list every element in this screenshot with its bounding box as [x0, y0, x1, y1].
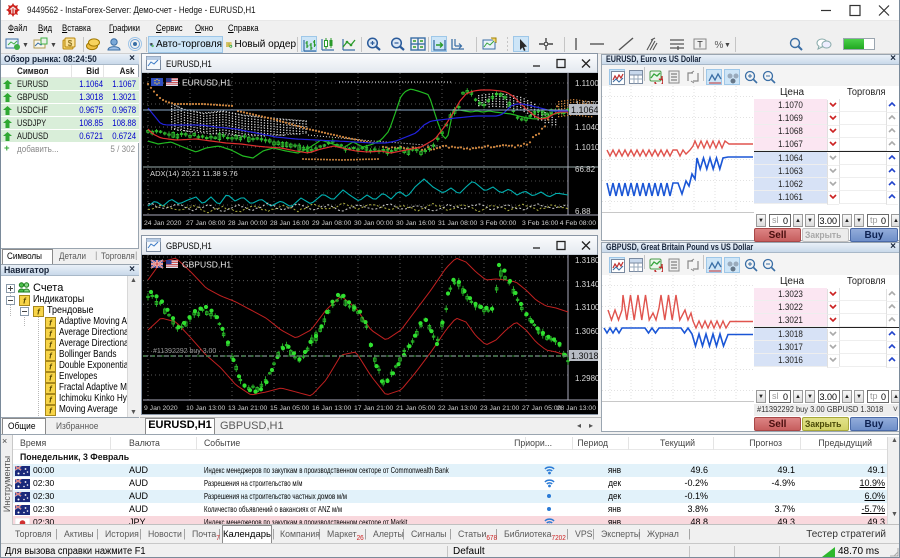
- svg-text:13 Jan 21:00: 13 Jan 21:00: [228, 405, 268, 412]
- svg-text:28 Jan 16:00: 28 Jan 16:00: [270, 220, 310, 227]
- svg-text:1.1100: 1.1100: [575, 79, 598, 88]
- svg-text:23 Jan 21:00: 23 Jan 21:00: [480, 405, 520, 412]
- svg-text:1.1040: 1.1040: [575, 123, 598, 132]
- svg-text:16 Jan 13:00: 16 Jan 13:00: [312, 405, 352, 412]
- svg-text:30 Jan 00:00: 30 Jan 00:00: [354, 220, 394, 227]
- svg-text:24 Jan 2020: 24 Jan 2020: [144, 220, 182, 227]
- svg-text:EURUSD,H1: EURUSD,H1: [182, 78, 231, 88]
- svg-text:28 Jan 13:00: 28 Jan 13:00: [557, 405, 597, 412]
- svg-text:GBPUSD,H1: GBPUSD,H1: [182, 260, 231, 270]
- svg-text:ADX(14) 20.21 11.38 9.76: ADX(14) 20.21 11.38 9.76: [150, 169, 238, 178]
- svg-text:31 Jan 08:00: 31 Jan 08:00: [438, 220, 478, 227]
- svg-text:1.2980: 1.2980: [575, 374, 598, 383]
- svg-text:$: $: [68, 39, 73, 48]
- svg-text:30 Jan 16:00: 30 Jan 16:00: [396, 220, 436, 227]
- svg-text:21 Jan 05:00: 21 Jan 05:00: [396, 405, 436, 412]
- svg-text:3 Feb 16:00: 3 Feb 16:00: [522, 220, 558, 227]
- svg-text:9 Jan 2020: 9 Jan 2020: [144, 405, 178, 412]
- svg-text:66.82: 66.82: [575, 165, 596, 174]
- svg-text:3 Feb 00:00: 3 Feb 00:00: [480, 220, 516, 227]
- svg-text:4 Feb 08:00: 4 Feb 08:00: [560, 220, 596, 227]
- svg-text:10 Jan 13:00: 10 Jan 13:00: [186, 405, 226, 412]
- svg-text:1.3018: 1.3018: [571, 351, 598, 361]
- svg-text:6.88: 6.88: [575, 207, 591, 216]
- svg-text:27 Jan 08:00: 27 Jan 08:00: [186, 220, 226, 227]
- svg-text:15 Jan 05:00: 15 Jan 05:00: [270, 405, 310, 412]
- svg-text:1.3100: 1.3100: [575, 303, 598, 312]
- svg-text:1.1064: 1.1064: [571, 105, 598, 115]
- svg-text:#11392292 buy 3.00: #11392292 buy 3.00: [153, 348, 216, 355]
- svg-text:17 Jan 21:00: 17 Jan 21:00: [354, 405, 394, 412]
- svg-text:1.3060: 1.3060: [575, 327, 598, 336]
- svg-text:22 Jan 13:00: 22 Jan 13:00: [438, 405, 478, 412]
- svg-text:T: T: [697, 40, 703, 50]
- svg-text:1.1010: 1.1010: [575, 143, 598, 152]
- svg-text:1.3180: 1.3180: [575, 256, 598, 265]
- svg-text:%: %: [715, 40, 724, 51]
- svg-text:1.3140: 1.3140: [575, 280, 598, 289]
- svg-text:29 Jan 08:00: 29 Jan 08:00: [312, 220, 352, 227]
- svg-text:27 Jan 05:00: 27 Jan 05:00: [522, 405, 562, 412]
- svg-text:28 Jan 00:00: 28 Jan 00:00: [228, 220, 268, 227]
